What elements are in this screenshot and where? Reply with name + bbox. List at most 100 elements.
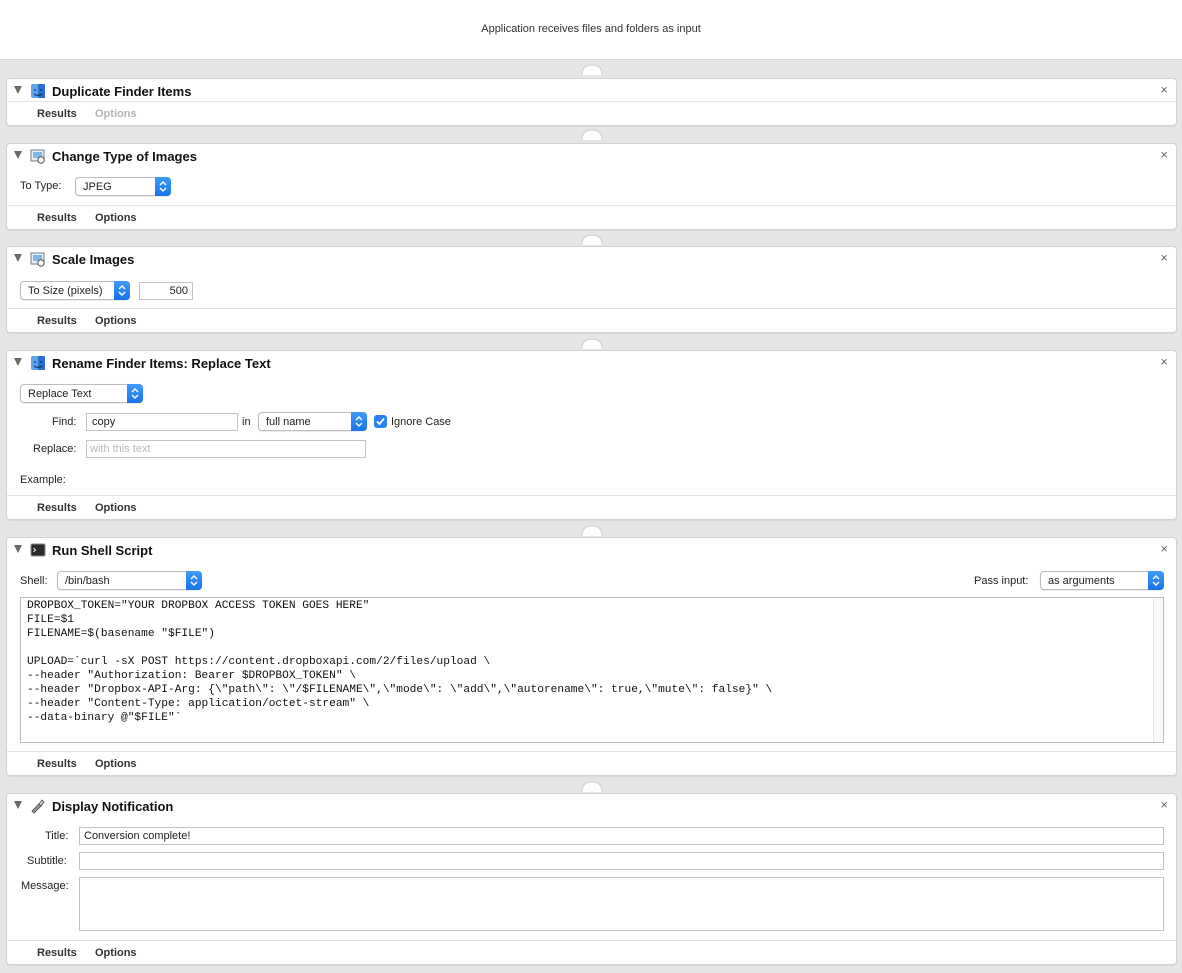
to-type-select[interactable]: JPEG xyxy=(75,177,171,196)
options-button[interactable]: Options xyxy=(95,502,137,514)
results-button[interactable]: Results xyxy=(37,758,77,770)
options-button[interactable]: Options xyxy=(95,947,137,959)
action-rename-finder-items: Rename Finder Items: Replace Text × Repl… xyxy=(6,350,1177,520)
disclosure-triangle-icon[interactable] xyxy=(14,801,22,809)
results-button[interactable]: Results xyxy=(37,315,77,327)
preview-icon xyxy=(30,252,45,267)
find-value: copy xyxy=(92,416,116,428)
shell-label: Shell: xyxy=(20,575,48,587)
replace-placeholder: with this text xyxy=(90,443,151,455)
scale-mode-select[interactable]: To Size (pixels) xyxy=(20,281,130,300)
action-scale-images: Scale Images × To Size (pixels) 500 Resu… xyxy=(6,246,1177,333)
checkmark-icon xyxy=(376,417,385,426)
options-button[interactable]: Options xyxy=(95,758,137,770)
disclosure-triangle-icon[interactable] xyxy=(14,86,22,94)
results-button[interactable]: Results xyxy=(37,947,77,959)
ignore-case-label: Ignore Case xyxy=(391,416,451,428)
options-button[interactable]: Options xyxy=(95,212,137,224)
in-scope-select[interactable]: full name xyxy=(258,412,367,431)
action-footer: Results Options xyxy=(7,495,1176,519)
chevron-up-down-icon xyxy=(155,177,171,196)
chevron-up-down-icon xyxy=(114,281,130,300)
script-text: DROPBOX_TOKEN="YOUR DROPBOX ACCESS TOKEN… xyxy=(27,600,773,724)
action-header: Display Notification × xyxy=(7,794,1176,818)
disclosure-triangle-icon[interactable] xyxy=(14,358,22,366)
results-button[interactable]: Results xyxy=(37,212,77,224)
connector-icon xyxy=(581,64,603,75)
close-icon[interactable]: × xyxy=(1160,798,1168,812)
action-run-shell-script: Run Shell Script × Shell: /bin/bash Pass… xyxy=(6,537,1177,776)
to-type-value: JPEG xyxy=(83,181,112,193)
chevron-up-down-icon xyxy=(1148,571,1164,590)
script-scrollbar[interactable] xyxy=(1153,598,1163,742)
pass-input-select[interactable]: as arguments xyxy=(1040,571,1164,590)
disclosure-triangle-icon[interactable] xyxy=(14,545,22,553)
terminal-icon xyxy=(30,543,46,557)
close-icon[interactable]: × xyxy=(1160,148,1168,162)
action-header: Duplicate Finder Items × xyxy=(7,79,1176,103)
automator-workflow: Application receives files and folders a… xyxy=(0,0,1182,973)
results-button[interactable]: Results xyxy=(37,108,77,120)
connector-icon xyxy=(581,129,603,140)
workflow-input-header: Application receives files and folders a… xyxy=(0,0,1182,60)
action-footer: Results Options xyxy=(7,205,1176,229)
action-header: Run Shell Script × xyxy=(7,538,1176,562)
in-scope-value: full name xyxy=(266,416,311,428)
action-display-notification: Display Notification × Title: Conversion… xyxy=(6,793,1177,965)
script-editor[interactable]: DROPBOX_TOKEN="YOUR DROPBOX ACCESS TOKEN… xyxy=(20,597,1164,743)
action-title: Rename Finder Items: Replace Text xyxy=(52,356,271,371)
finder-icon xyxy=(31,356,45,370)
close-icon[interactable]: × xyxy=(1160,251,1168,265)
disclosure-triangle-icon[interactable] xyxy=(14,151,22,159)
in-label: in xyxy=(242,416,251,428)
chevron-up-down-icon xyxy=(351,412,367,431)
title-label: Title: xyxy=(45,830,69,842)
find-label: Find: xyxy=(52,416,77,428)
scale-size-input[interactable]: 500 xyxy=(139,282,193,300)
notification-title-input[interactable]: Conversion complete! xyxy=(79,827,1164,845)
scale-size-value: 500 xyxy=(169,285,188,297)
replace-input[interactable]: with this text xyxy=(86,440,366,458)
close-icon[interactable]: × xyxy=(1160,83,1168,97)
action-footer: Results Options xyxy=(7,751,1176,775)
connector-icon xyxy=(581,525,603,536)
disclosure-triangle-icon[interactable] xyxy=(14,254,22,262)
workflow-input-text: Application receives files and folders a… xyxy=(481,23,701,35)
pass-input-value: as arguments xyxy=(1048,575,1115,587)
action-title: Scale Images xyxy=(52,252,135,267)
shell-select[interactable]: /bin/bash xyxy=(57,571,202,590)
pass-input-label: Pass input: xyxy=(974,575,1029,587)
action-duplicate-finder-items: Duplicate Finder Items × Results Options xyxy=(6,78,1177,126)
close-icon[interactable]: × xyxy=(1160,355,1168,369)
action-change-type-of-images: Change Type of Images × To Type: JPEG Re… xyxy=(6,143,1177,230)
notification-subtitle-input[interactable] xyxy=(79,852,1164,870)
rename-mode-select[interactable]: Replace Text xyxy=(20,384,143,403)
action-footer: Results Options xyxy=(7,308,1176,332)
find-input[interactable]: copy xyxy=(86,413,238,431)
scale-mode-value: To Size (pixels) xyxy=(28,285,103,297)
chevron-up-down-icon xyxy=(127,384,143,403)
options-button[interactable]: Options xyxy=(95,315,137,327)
action-title: Display Notification xyxy=(52,799,174,814)
shell-value: /bin/bash xyxy=(65,575,110,587)
results-button[interactable]: Results xyxy=(37,502,77,514)
action-header: Change Type of Images × xyxy=(7,144,1176,168)
action-header: Scale Images × xyxy=(7,247,1176,271)
replace-label: Replace: xyxy=(33,443,77,455)
subtitle-label: Subtitle: xyxy=(27,855,67,867)
action-footer: Results Options xyxy=(7,101,1176,125)
preview-icon xyxy=(30,149,45,164)
script-editor-icon xyxy=(31,799,45,814)
to-type-label: To Type: xyxy=(20,180,62,192)
finder-icon xyxy=(31,84,45,98)
action-footer: Results Options xyxy=(7,940,1176,964)
rename-mode-value: Replace Text xyxy=(28,388,92,400)
example-label: Example: xyxy=(20,474,66,486)
action-header: Rename Finder Items: Replace Text × xyxy=(7,351,1176,375)
options-button[interactable]: Options xyxy=(95,108,137,120)
action-title: Run Shell Script xyxy=(52,543,153,558)
close-icon[interactable]: × xyxy=(1160,542,1168,556)
notification-message-input[interactable] xyxy=(79,877,1164,931)
ignore-case-checkbox[interactable] xyxy=(374,415,387,428)
action-title: Change Type of Images xyxy=(52,149,197,164)
